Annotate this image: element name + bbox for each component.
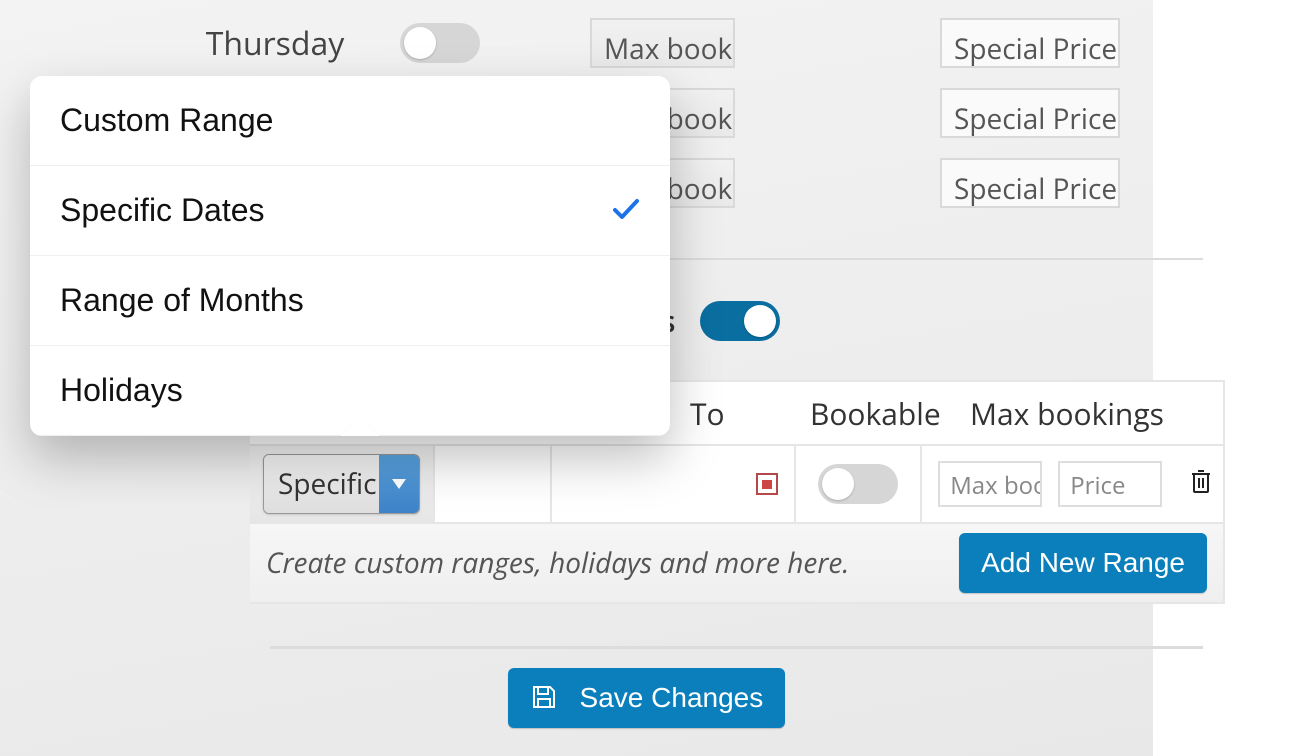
section-toggle[interactable] xyxy=(700,301,780,341)
add-new-range-label: Add New Range xyxy=(981,547,1185,578)
weekday-thursday-label: Thursday xyxy=(150,22,400,65)
popover-option-label: Holidays xyxy=(60,372,183,409)
col-header-to: To xyxy=(690,393,810,434)
range-type-selected: Specific Dates xyxy=(264,455,379,513)
col-header-bookable: Bookable xyxy=(810,393,970,434)
weekday-friday-price-input[interactable]: Special Price xyxy=(940,88,1120,138)
check-icon xyxy=(612,194,640,228)
save-changes-button[interactable]: Save Changes xyxy=(508,668,785,728)
trash-icon[interactable] xyxy=(1190,466,1212,502)
range-type-select[interactable]: Specific Dates xyxy=(263,454,420,514)
popover-option-label: Specific Dates xyxy=(60,192,265,229)
chevron-down-icon xyxy=(379,455,419,513)
bottom-divider xyxy=(270,646,1203,649)
ranges-footer-note: Create custom ranges, holidays and more … xyxy=(266,544,849,582)
popover-option-range-of-months[interactable]: Range of Months xyxy=(30,256,670,346)
popover-option-label: Range of Months xyxy=(60,282,304,319)
range-bookable-toggle[interactable] xyxy=(818,464,898,504)
range-row: Specific Dates Max bookings Price xyxy=(250,446,1225,524)
range-max-input[interactable]: Max bookings xyxy=(938,461,1042,507)
popover-option-custom-range[interactable]: Custom Range xyxy=(30,76,670,166)
save-icon xyxy=(530,683,558,711)
add-new-range-button[interactable]: Add New Range xyxy=(959,533,1207,593)
calendar-icon[interactable] xyxy=(756,473,778,495)
popover-option-holidays[interactable]: Holidays xyxy=(30,346,670,436)
range-type-popover: Custom Range Specific Dates Range of Mon… xyxy=(30,76,670,436)
weekday-thursday-price-input[interactable]: Special Price xyxy=(940,18,1120,68)
ranges-footer: Create custom ranges, holidays and more … xyxy=(250,524,1225,604)
save-changes-label: Save Changes xyxy=(580,682,764,713)
weekday-saturday-price-input[interactable]: Special Price xyxy=(940,158,1120,208)
card-background xyxy=(1153,0,1293,756)
popover-option-label: Custom Range xyxy=(60,102,273,139)
col-header-max: Max bookings xyxy=(970,393,1200,434)
weekday-thursday-max-input[interactable]: Max bookings xyxy=(590,18,735,68)
weekday-thursday-toggle[interactable] xyxy=(400,23,480,63)
range-price-input[interactable]: Price xyxy=(1058,461,1162,507)
popover-option-specific-dates[interactable]: Specific Dates xyxy=(30,166,670,256)
